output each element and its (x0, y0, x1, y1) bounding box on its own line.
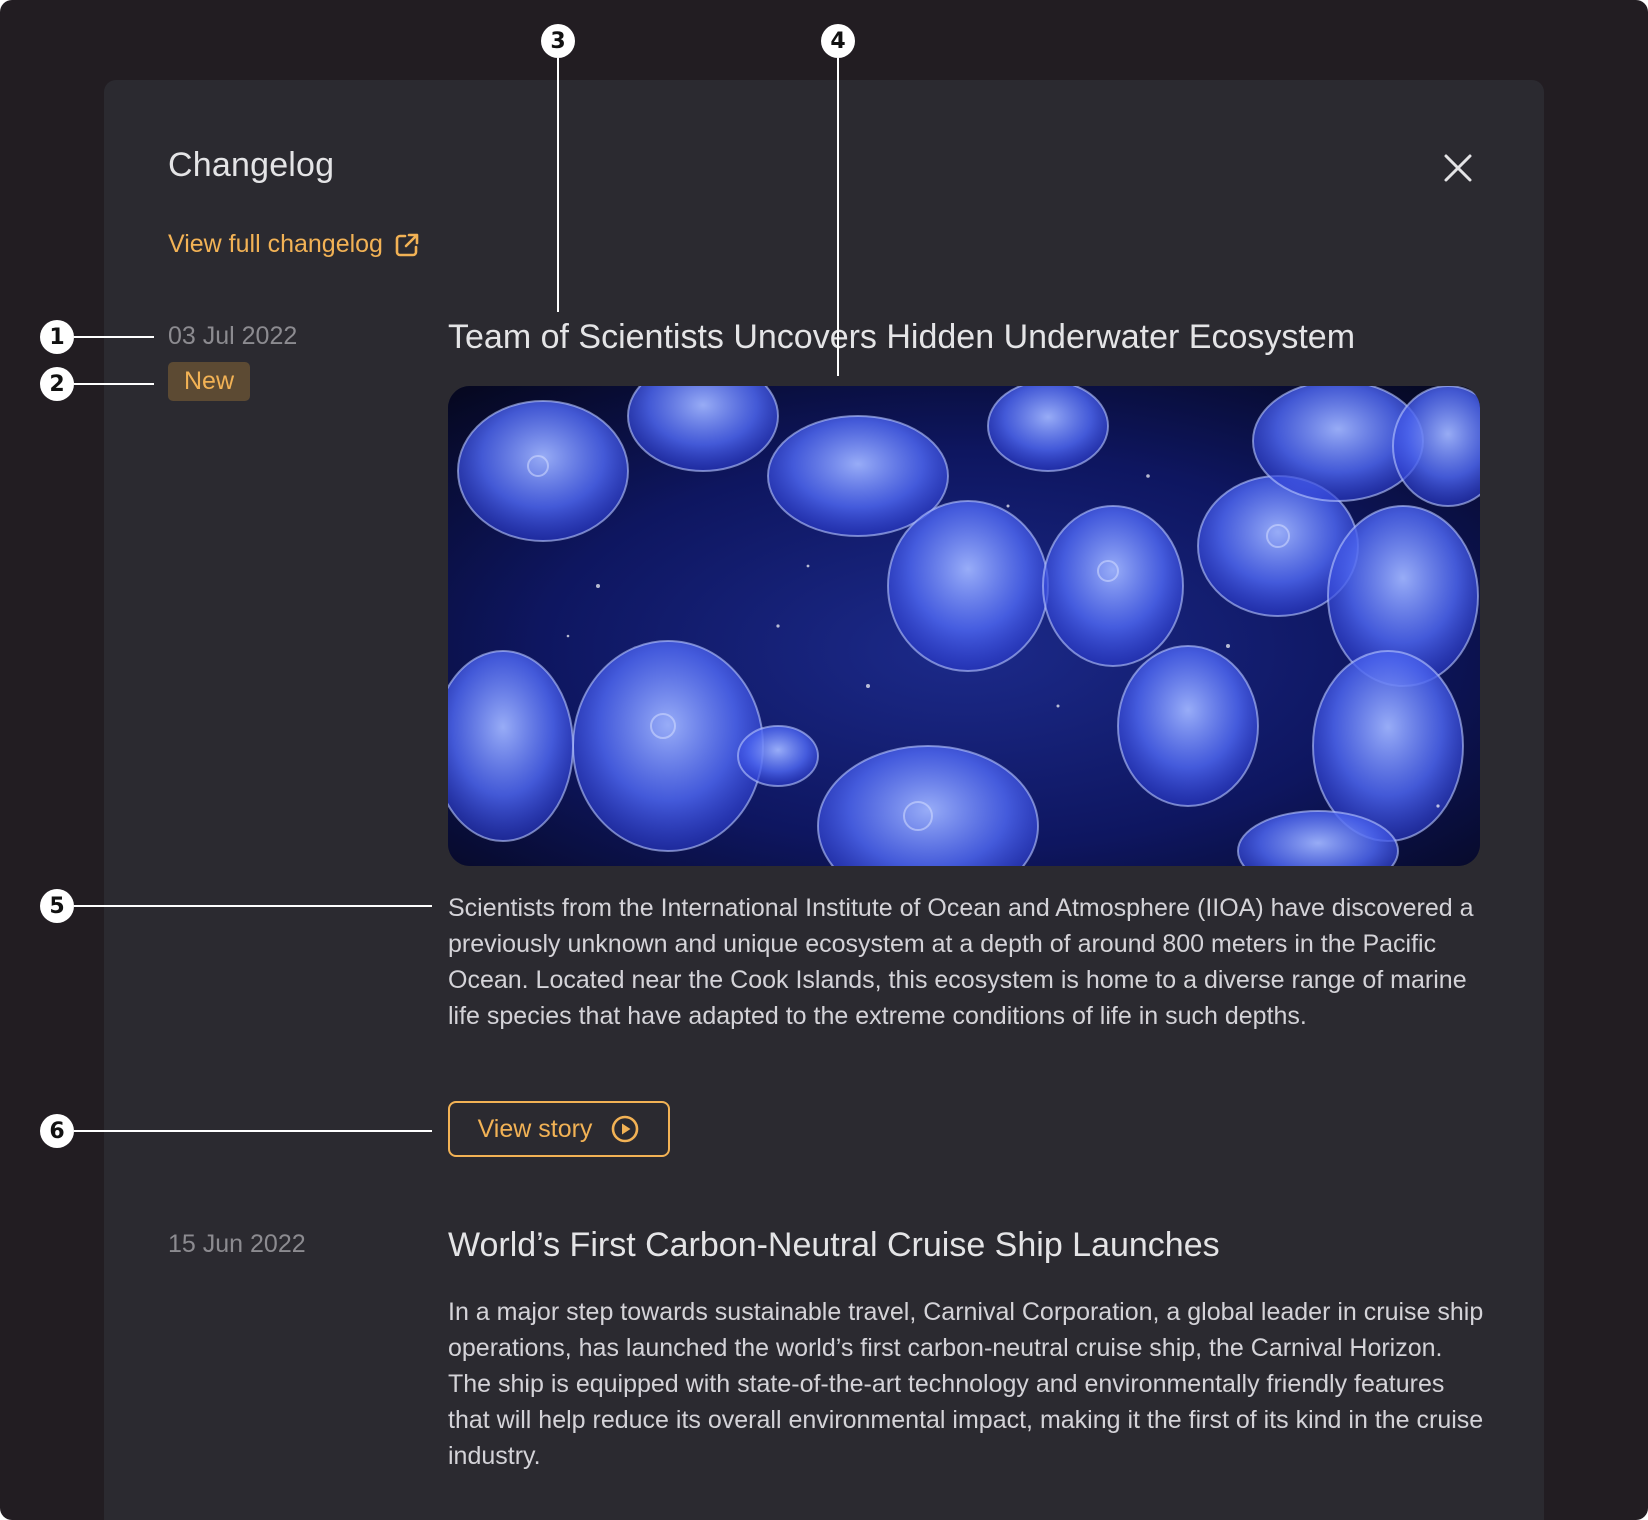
entry-description: Scientists from the International Instit… (448, 894, 1474, 1030)
jellyfish-photo (448, 386, 1480, 866)
callout-marker: 1 (40, 320, 74, 354)
callout-line (74, 336, 154, 338)
view-story-button[interactable]: View story (448, 1101, 670, 1157)
entry-date: 03 Jul 2022 (168, 322, 298, 350)
callout-line (74, 1130, 432, 1132)
callout-marker: 5 (40, 889, 74, 923)
view-story-label: View story (477, 1114, 593, 1143)
close-button[interactable] (1440, 150, 1476, 186)
entry-headline[interactable]: Team of Scientists Uncovers Hidden Under… (448, 318, 1355, 357)
callout-line (74, 905, 432, 907)
entry-headline[interactable]: World’s First Carbon-Neutral Cruise Ship… (448, 1226, 1220, 1265)
play-circle-icon (612, 1115, 639, 1143)
view-full-changelog-link[interactable]: View full changelog (168, 230, 421, 259)
dialog-title: Changelog (168, 146, 335, 184)
callout-marker: 3 (541, 24, 575, 58)
entry-date: 15 Jun 2022 (168, 1230, 306, 1258)
new-badge: New (168, 362, 251, 401)
callout-line (837, 58, 839, 376)
callout-line (557, 58, 559, 312)
external-link-icon (395, 233, 419, 256)
entry-description: In a major step towards sustainable trav… (448, 1298, 1484, 1470)
callout-marker: 4 (821, 24, 855, 58)
callout-marker: 6 (40, 1114, 74, 1148)
view-full-changelog-label: View full changelog (168, 230, 383, 258)
callout-line (74, 383, 154, 385)
callout-marker: 2 (40, 367, 74, 401)
close-icon (1444, 154, 1472, 182)
